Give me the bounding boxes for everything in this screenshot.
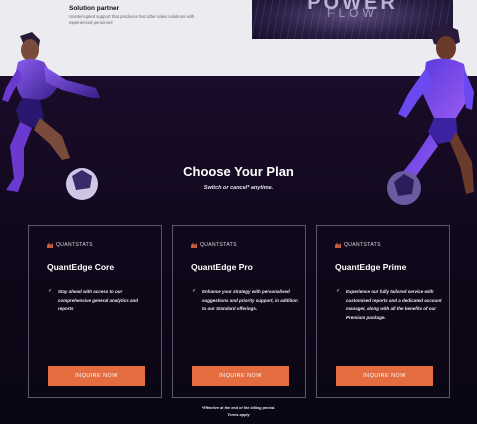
card-logo-text: QUANTSTATS	[56, 242, 93, 248]
inquire-now-button[interactable]: INQUIRE NOW	[192, 366, 289, 386]
plans-subheading: Switch or cancel* anytime.	[203, 185, 274, 191]
inquire-now-button[interactable]: INQUIRE NOW	[336, 366, 433, 386]
inquire-now-button[interactable]: INQUIRE NOW	[48, 366, 145, 386]
quantstats-logo-icon	[47, 242, 53, 248]
plan-card-core: QUANTSTATS QuantEdge Core ✓ Stay ahead w…	[28, 225, 162, 398]
plan-card-pro: QUANTSTATS QuantEdge Pro ✓ Enhance your …	[172, 225, 306, 398]
partner-description: Uninterrupted support that produces fast…	[69, 14, 195, 25]
plan-name: QuantEdge Prime	[335, 262, 407, 272]
left-player-image	[2, 32, 100, 200]
plan-name: QuantEdge Core	[47, 262, 115, 272]
card-logo: QUANTSTATS	[47, 242, 93, 248]
billing-footnote: *Effective at the end of the billing per…	[201, 406, 276, 410]
card-logo: QUANTSTATS	[335, 242, 381, 248]
plan-description: Enhance your strategy with personalised …	[202, 289, 298, 312]
terms-link[interactable]: Terms apply	[0, 413, 477, 417]
plan-name: QuantEdge Pro	[191, 262, 253, 272]
quantstats-logo-icon	[335, 242, 341, 248]
card-logo-text: QUANTSTATS	[200, 242, 237, 248]
quantstats-logo-icon	[191, 242, 197, 248]
check-icon: ✓	[336, 288, 341, 294]
check-icon: ✓	[192, 288, 197, 294]
plan-description: Stay ahead with access to our comprehens…	[58, 289, 139, 312]
right-player-image	[387, 24, 474, 205]
card-logo-text: QUANTSTATS	[344, 242, 381, 248]
hero-subtitle: FLOW	[327, 6, 378, 20]
plan-card-prime: QUANTSTATS QuantEdge Prime ✓ Experience …	[316, 225, 450, 398]
check-icon: ✓	[48, 288, 53, 294]
plans-heading: Choose Your Plan	[183, 164, 294, 179]
partner-title: Solution partner	[69, 5, 120, 12]
plan-description: Experience our fully tailored service wi…	[346, 289, 442, 320]
card-logo: QUANTSTATS	[191, 242, 237, 248]
